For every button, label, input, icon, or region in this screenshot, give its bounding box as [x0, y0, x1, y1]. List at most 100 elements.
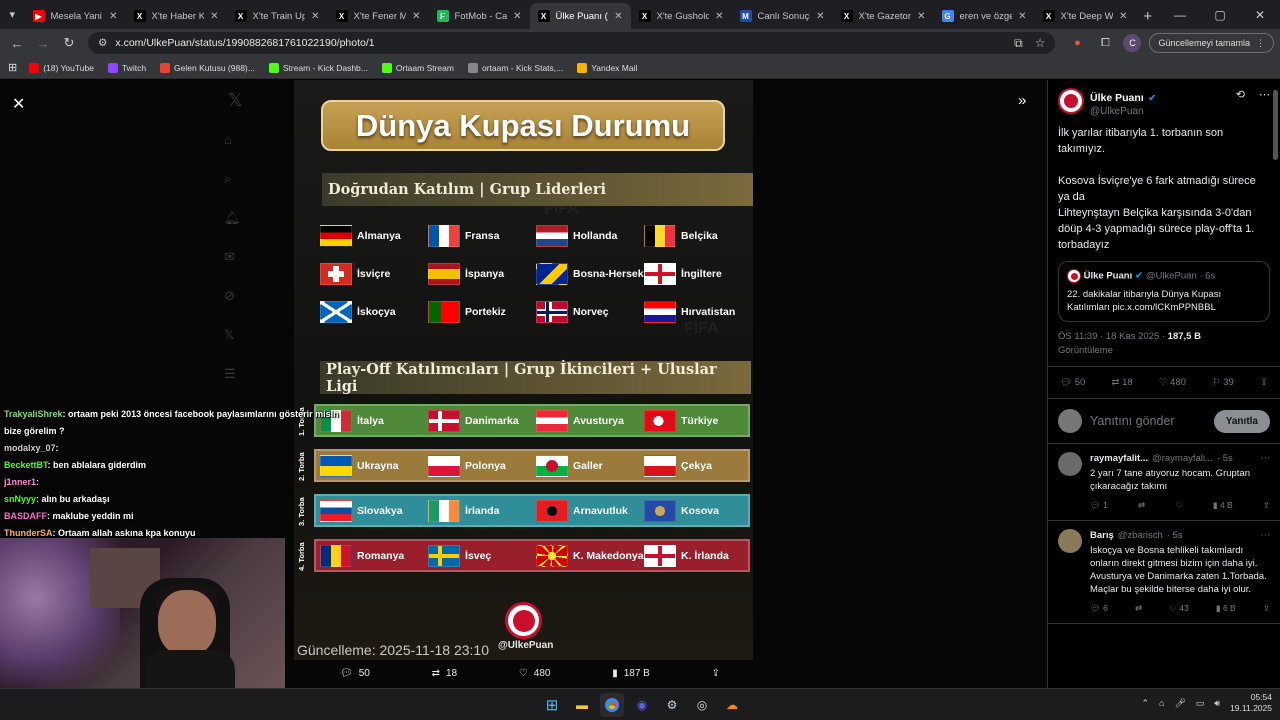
author-name[interactable]: Ülke Puanı: [1090, 92, 1144, 104]
reply-like[interactable]: ♡: [1175, 499, 1183, 512]
close-photo-icon[interactable]: ✕: [12, 94, 25, 114]
repost-action[interactable]: ⇄ 18: [432, 665, 458, 681]
update-button[interactable]: Güncellemeyi tamamla ⋮: [1149, 33, 1274, 53]
start-icon[interactable]: ⊞: [540, 693, 564, 717]
tab-close-icon[interactable]: ✕: [311, 11, 319, 22]
reply-stat[interactable]: 💬︎ 50: [1060, 377, 1085, 388]
browser-tab[interactable]: Geren ve özge - ✕: [934, 3, 1035, 29]
more-options-icon[interactable]: ⋯: [1261, 529, 1271, 542]
tab-close-icon[interactable]: ✕: [513, 11, 521, 22]
address-bar[interactable]: ⚙ x.com/UlkePuan/status/1990882681761022…: [88, 32, 1056, 54]
install-app-icon[interactable]: ⧉: [1014, 36, 1023, 51]
quoted-tweet[interactable]: Ülke Puanı ✔ @UlkePuan · 6s 22. dakikala…: [1058, 261, 1270, 322]
close-window-icon[interactable]: ✕: [1240, 8, 1280, 22]
bookmark-item[interactable]: Stream - Kick Dashb...: [268, 62, 368, 73]
obs-icon[interactable]: ◎: [690, 693, 714, 717]
new-tab-button[interactable]: +: [1136, 3, 1161, 29]
bookmark-item[interactable]: (18) YouTube: [29, 62, 94, 73]
browser-tab[interactable]: X X'te Gazetory ✕: [833, 3, 934, 29]
repost-stat[interactable]: ⇄ 18: [1111, 377, 1132, 388]
tab-close-icon[interactable]: ✕: [210, 11, 218, 22]
maximize-icon[interactable]: ▢: [1200, 8, 1240, 22]
bookmark-stat[interactable]: ⚐ 39: [1212, 377, 1234, 388]
volume-icon[interactable]: 🔊︎: [1214, 698, 1220, 709]
reply-input[interactable]: Yanıtını gönder: [1090, 414, 1206, 428]
chat-username[interactable]: snNyyy: [4, 494, 36, 504]
tab-close-icon[interactable]: ✕: [816, 11, 824, 22]
reply-button[interactable]: Yanıtla: [1213, 409, 1270, 433]
system-clock[interactable]: 05:54 19.11.2025: [1230, 692, 1272, 714]
more-options-icon[interactable]: ⋯: [1261, 452, 1271, 465]
tray-chevron-icon[interactable]: ⌃: [1141, 698, 1149, 709]
reply-share[interactable]: ⇪: [1263, 499, 1270, 512]
reply-author[interactable]: raymayfalit...: [1090, 452, 1148, 465]
bookmark-item[interactable]: Gelen Kutusu (988)...: [160, 62, 255, 73]
tab-close-icon[interactable]: ✕: [917, 11, 925, 22]
chat-username[interactable]: BASDAFF: [4, 511, 47, 521]
bookmark-item[interactable]: Ortaam Stream: [381, 62, 454, 73]
reply-like[interactable]: ♡ 43: [1169, 602, 1188, 615]
reply-views[interactable]: ▮ 4 B: [1213, 499, 1233, 512]
share-icon[interactable]: ⇪: [712, 665, 720, 681]
extensions-puzzle-icon[interactable]: ⧠: [1095, 33, 1115, 53]
like-stat[interactable]: ♡ 480: [1159, 377, 1186, 388]
bookmark-item[interactable]: Twitch: [107, 62, 146, 73]
tab-close-icon[interactable]: ✕: [412, 11, 420, 22]
reply-author[interactable]: Barış: [1090, 529, 1114, 542]
bookmark-item[interactable]: Yandex Mail: [577, 62, 637, 73]
minimize-icon[interactable]: —: [1160, 8, 1200, 22]
tab-close-icon[interactable]: ✕: [614, 11, 622, 22]
reply-avatar[interactable]: [1058, 529, 1082, 553]
browser-tab[interactable]: F FotMob - Canl ✕: [429, 3, 530, 29]
tab-close-icon[interactable]: ✕: [715, 11, 723, 22]
reply-avatar[interactable]: [1058, 452, 1082, 476]
browser-tab[interactable]: ▶ Mesela Yani - Y ✕: [25, 3, 126, 29]
forward-icon[interactable]: →: [32, 32, 54, 54]
site-info-icon[interactable]: ⚙: [98, 37, 107, 49]
tab-search-icon[interactable]: ▾: [0, 0, 25, 29]
chrome-icon[interactable]: [600, 693, 624, 717]
browser-tab[interactable]: X Ülke Puanı (@ ✕: [529, 3, 631, 29]
profile-avatar[interactable]: C: [1123, 34, 1142, 52]
reply-action[interactable]: 💬︎ 50: [340, 665, 370, 681]
discord-icon[interactable]: ◉: [630, 693, 654, 717]
file-explorer-icon[interactable]: ▬: [570, 693, 594, 717]
reply-tweet[interactable]: Barış @zbarisch · 5s ⋯ Iskoçya ve Bosna tehl…: [1048, 521, 1280, 624]
browser-tab[interactable]: X X'te Deep Web ✕: [1035, 3, 1136, 29]
apps-grid-icon[interactable]: ⊞: [8, 61, 17, 74]
tab-close-icon[interactable]: ✕: [1018, 11, 1026, 22]
expand-sidebar-icon[interactable]: »: [1018, 92, 1026, 109]
reply-repost[interactable]: ⇄: [1135, 602, 1142, 615]
display-icon[interactable]: ▭: [1196, 698, 1205, 709]
views-action[interactable]: ▮ 187 B: [612, 665, 650, 681]
author-handle[interactable]: @UlkePuan: [1090, 106, 1230, 117]
author-avatar[interactable]: [1058, 88, 1084, 114]
browser-tab[interactable]: X X'te Haber Kar ✕: [126, 3, 227, 29]
reply-share[interactable]: ⇪: [1263, 602, 1270, 615]
reply-reply[interactable]: 💬︎ 6: [1090, 602, 1108, 615]
browser-tab[interactable]: M Canlı Sonuçlar ✕: [732, 3, 833, 29]
more-options-icon[interactable]: ⋯: [1259, 88, 1270, 101]
extension-icon[interactable]: ●: [1067, 33, 1087, 53]
tab-close-icon[interactable]: ✕: [109, 11, 117, 22]
bookmark-item[interactable]: ortaam - Kick Stats,...: [467, 62, 563, 73]
reply-repost[interactable]: ⇄: [1138, 499, 1145, 512]
like-action[interactable]: ♡ 480: [519, 665, 551, 681]
tab-close-icon[interactable]: ✕: [1119, 11, 1127, 22]
scrollbar[interactable]: [1273, 90, 1278, 160]
reply-reply[interactable]: 💬︎ 1: [1090, 499, 1108, 512]
network-icon[interactable]: ⌂: [1159, 698, 1164, 708]
mic-icon[interactable]: 🎤︎: [1174, 698, 1185, 709]
browser-tab[interactable]: X X'te Fener Mar ✕: [328, 3, 429, 29]
browser-tab[interactable]: X X'te Train Upd ✕: [227, 3, 328, 29]
browser-tab[interactable]: X X'te Gusholder ✕: [631, 3, 732, 29]
chat-username[interactable]: modalxy_07: [4, 443, 56, 453]
grok-icon[interactable]: ⟲: [1236, 88, 1245, 101]
chat-username[interactable]: j1nner1: [4, 477, 36, 487]
reload-icon[interactable]: ↻: [58, 32, 80, 54]
chat-username[interactable]: TrakyaliShrek: [4, 409, 63, 419]
reply-tweet[interactable]: raymayfalit... @raymayfali... · 5s ⋯ 2 yarı …: [1048, 444, 1280, 521]
chat-username[interactable]: ThunderSA: [4, 528, 53, 538]
chat-username[interactable]: BeckettBT: [4, 460, 48, 470]
steam-icon[interactable]: ⚙: [660, 693, 684, 717]
